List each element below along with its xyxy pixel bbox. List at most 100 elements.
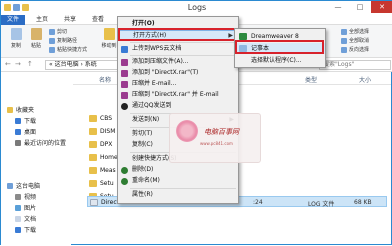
menu-rename-label: 重命名(M) <box>132 177 160 184</box>
tab-share[interactable]: 共享 <box>59 15 81 25</box>
document-icon <box>15 215 21 222</box>
shield-icon <box>121 167 128 174</box>
menu-delete-label: 删除(D) <box>132 166 154 173</box>
column-size[interactable]: 大小 <box>359 75 371 84</box>
highlight-box-open-with <box>118 28 238 41</box>
nav-this-pc[interactable]: 这台电脑 <box>7 181 40 190</box>
folder-icon <box>89 141 97 148</box>
invert-selection-icon <box>341 46 347 53</box>
folder-icon <box>89 115 97 122</box>
window-controls: — □ ✕ <box>327 1 392 13</box>
paste-button[interactable]: 粘贴 <box>27 28 45 49</box>
submenu-dreamweaver-label: Dreamweaver 8 <box>251 33 299 40</box>
column-name[interactable]: 名称 <box>99 75 111 84</box>
title-bar: Logs — □ ✕ <box>1 1 392 15</box>
move-to-label: 移动到 <box>101 43 117 49</box>
menu-upload-wps-label: 上传到WPS云文档 <box>132 45 182 52</box>
minimize-button[interactable]: — <box>327 1 349 13</box>
menu-compress-rar-email[interactable]: 压缩到 "DirectX.rar" 并 E-mail <box>118 90 238 100</box>
submenu-choose-default[interactable]: 选择默认程序(C)... <box>235 55 325 66</box>
copy-icon <box>10 28 22 40</box>
maximize-button[interactable]: □ <box>349 1 371 13</box>
up-arrow-icon[interactable]: ↑ <box>27 60 33 68</box>
folder-icon <box>89 128 97 135</box>
copy-label: 复制 <box>10 43 21 49</box>
menu-add-archive[interactable]: 添加到压缩文件(A)... <box>118 57 238 67</box>
menu-compress-email-label: 压缩并 E-mail... <box>132 80 177 87</box>
winrar-icon <box>121 70 128 77</box>
copy-path-button[interactable]: 复制路径 <box>49 37 77 44</box>
menu-compress-rar-email-label: 压缩到 "DirectX.rar" 并 E-mail <box>132 91 219 98</box>
invert-selection-button[interactable]: 反向选择 <box>341 46 369 53</box>
file-name: DPX <box>100 141 113 148</box>
tab-view[interactable]: 查看 <box>87 15 109 25</box>
select-none-label: 全部取消 <box>349 38 370 44</box>
menu-send-to-label: 发送到(N) <box>132 116 160 123</box>
menu-compress-email[interactable]: 压缩并 E-mail... <box>118 79 238 89</box>
menu-open-label: 打开(O) <box>132 20 155 27</box>
back-arrow-icon[interactable]: ← <box>5 60 11 68</box>
menu-add-rar[interactable]: 添加到 "DirectX.rar"(T) <box>118 68 238 78</box>
move-to-icon <box>103 28 115 40</box>
cloud-icon <box>121 46 128 53</box>
qq-icon <box>121 103 128 110</box>
menu-send-qq[interactable]: 通过QQ发送到 <box>118 101 238 111</box>
watermark-url: www.pc841.com <box>200 141 233 146</box>
nav-downloads[interactable]: 下载 <box>15 116 36 125</box>
cut-label: 剪切 <box>57 29 68 35</box>
file-size: 68 KB <box>354 199 372 206</box>
copy-path-label: 复制路径 <box>57 38 78 44</box>
download-icon <box>15 226 21 233</box>
tab-home[interactable]: 主页 <box>31 15 53 25</box>
paste-shortcut-button[interactable]: 粘贴快捷方式 <box>49 46 87 53</box>
menu-add-archive-label: 添加到压缩文件(A)... <box>132 58 189 65</box>
menu-rename[interactable]: 重命名(M) <box>118 176 238 186</box>
menu-separator <box>130 55 236 56</box>
computer-icon <box>7 182 13 189</box>
copy-button[interactable]: 复制 <box>7 28 25 49</box>
recent-icon <box>15 139 21 146</box>
copy-path-icon <box>49 37 55 44</box>
nav-desktop[interactable]: 桌面 <box>15 127 36 136</box>
nav-videos[interactable]: 视频 <box>15 192 36 201</box>
column-type[interactable]: 类型 <box>305 75 317 84</box>
move-to-button[interactable]: 移动到 <box>99 28 119 49</box>
folder-icon <box>89 180 97 187</box>
forward-arrow-icon[interactable]: → <box>15 60 21 68</box>
select-all-label: 全部选择 <box>349 29 370 35</box>
winrar-icon <box>121 81 128 88</box>
nav-downloads-pc[interactable]: 下载 <box>15 225 36 234</box>
search-input[interactable]: 搜索"Logs" <box>319 60 391 70</box>
file-name: Meas <box>100 167 116 174</box>
tab-file[interactable]: 文件 <box>1 15 25 25</box>
highlight-box-notepad <box>235 40 324 54</box>
nav-recent[interactable]: 最近访问的位置 <box>15 138 66 147</box>
log-file-icon <box>90 199 98 206</box>
nav-documents[interactable]: 文档 <box>15 214 36 223</box>
select-none-button[interactable]: 全部取消 <box>341 37 369 44</box>
folder-icon <box>89 154 97 161</box>
menu-upload-wps[interactable]: 上传到WPS云文档 <box>118 44 238 54</box>
explorer-window: Logs — □ ✕ 文件 主页 共享 查看 复制 粘贴 剪切 复制路径 粘贴快… <box>0 0 392 246</box>
folder-icon <box>89 167 97 174</box>
nav-videos-label: 视频 <box>24 194 37 201</box>
menu-properties[interactable]: 属性(R) <box>118 190 238 200</box>
nav-favorites[interactable]: 收藏夹 <box>7 105 34 114</box>
cut-icon <box>49 28 55 35</box>
select-all-button[interactable]: 全部选择 <box>341 28 369 35</box>
paste-label: 粘贴 <box>30 43 41 49</box>
watermark: 电脑百事网 www.pc841.com <box>169 113 261 163</box>
menu-copy-label: 复制(C) <box>132 141 153 148</box>
watermark-text: 电脑百事网 <box>204 128 239 136</box>
nav-pictures[interactable]: 图片 <box>15 203 36 212</box>
close-button[interactable]: ✕ <box>371 1 392 13</box>
video-icon <box>15 193 21 200</box>
nav-documents-label: 文档 <box>24 216 37 223</box>
menu-properties-label: 属性(R) <box>132 191 153 198</box>
nav-desktop-label: 桌面 <box>24 129 37 136</box>
desktop-icon <box>15 128 21 135</box>
menu-separator <box>130 188 236 189</box>
cut-button[interactable]: 剪切 <box>49 28 67 35</box>
menu-delete[interactable]: 删除(D) <box>118 165 238 175</box>
download-icon <box>15 117 21 124</box>
